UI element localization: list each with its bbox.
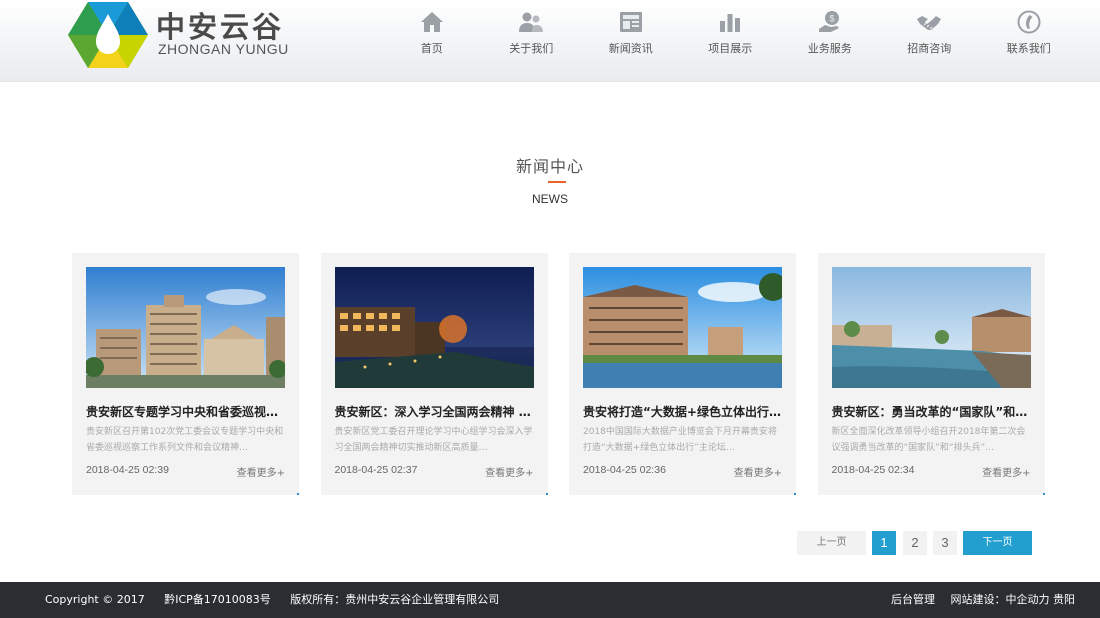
builder-link[interactable]: 网站建设：中企动力 贵阳 — [951, 593, 1076, 606]
logo-chinese-name: 中安云谷 — [156, 10, 285, 44]
news-card[interactable]: 贵安新区专题学习中央和省委巡视巡察工作系列文件 贵安新区召开第102次党工委会议… — [72, 253, 299, 495]
main-nav: 首页 关于我们 新闻资讯 项目展示 $ 业务服务 招商咨询 联系我们 — [382, 0, 1079, 82]
next-page-button[interactable]: 下一页 — [963, 531, 1032, 555]
building-photo-icon — [86, 267, 285, 388]
service-icon: $ — [818, 11, 839, 32]
news-thumbnail[interactable] — [86, 267, 285, 388]
nav-label: 新闻资讯 — [608, 42, 653, 55]
news-card[interactable]: 贵安新区：勇当改革的“国家队”和“排头兵” 新区全面深化改革领导小组召开2018… — [817, 253, 1045, 495]
page-1-button[interactable]: 1 — [872, 531, 896, 555]
nav-label: 招商咨询 — [907, 42, 952, 55]
footer-copyright: Copyright © 2017 — [45, 593, 145, 606]
nav-label: 项目展示 — [708, 42, 753, 55]
handshake-icon — [917, 16, 942, 30]
page-3-button[interactable]: 3 — [933, 531, 957, 555]
news-card-list: 贵安新区专题学习中央和省委巡视巡察工作系列文件 贵安新区召开第102次党工委会议… — [72, 253, 1046, 495]
nav-label: 首页 — [420, 42, 443, 55]
nav-item-services[interactable]: $ 业务服务 — [780, 0, 880, 82]
view-more-link[interactable]: 查看更多+ — [734, 464, 782, 479]
view-more-link[interactable]: 查看更多+ — [982, 464, 1030, 479]
news-card[interactable]: 贵安将打造“大数据+绿色立体出行”主论坛 2018中国国际大数据产业博览会下月开… — [569, 253, 796, 495]
nav-item-about[interactable]: 关于我们 — [482, 0, 582, 82]
page-2-button[interactable]: 2 — [903, 531, 927, 555]
news-card[interactable]: 贵安新区：深入学习全国两会精神 推动高质量发展 贵安新区党工委召开理论学习中心组… — [320, 253, 548, 495]
nav-label: 联系我们 — [1006, 42, 1051, 55]
nav-item-contact[interactable]: 联系我们 — [979, 0, 1079, 82]
lakeside-building-photo-icon — [583, 267, 782, 388]
riverside-town-photo-icon — [831, 267, 1031, 388]
news-date: 2018-04-25 02:39 — [86, 464, 169, 476]
footer-owner: 版权所有：贵州中安云谷企业管理有限公司 — [290, 593, 500, 606]
view-more-link[interactable]: 查看更多+ — [485, 464, 533, 479]
nav-item-home[interactable]: 首页 — [382, 0, 482, 82]
section-subtitle: NEWS — [532, 192, 568, 206]
night-street-photo-icon — [334, 267, 534, 388]
newspaper-icon — [619, 12, 642, 32]
footer-info: Copyright © 2017 黔ICP备17010083号 版权所有：贵州中… — [45, 582, 515, 618]
site-footer: Copyright © 2017 黔ICP备17010083号 版权所有：贵州中… — [0, 582, 1100, 618]
nav-item-projects[interactable]: 项目展示 — [681, 0, 781, 82]
footer-links: 后台管理 网站建设：中企动力 贵阳 — [879, 582, 1075, 618]
site-header: 中安云谷 ZHONGAN YUNGU 首页 关于我们 新闻资讯 项目展示 $ 业… — [0, 0, 1100, 82]
news-thumbnail[interactable] — [831, 267, 1031, 388]
site-logo[interactable]: 中安云谷 ZHONGAN YUNGU — [68, 0, 288, 70]
news-thumbnail[interactable] — [583, 267, 782, 388]
home-icon — [420, 12, 443, 32]
news-title[interactable]: 贵安新区：深入学习全国两会精神 推动高质量发展 — [335, 403, 534, 420]
footer-icp[interactable]: 黔ICP备17010083号 — [164, 593, 271, 606]
news-description: 新区全面深化改革领导小组召开2018年第二次会议强调勇当改革的“国家队”和“排头… — [831, 427, 1026, 453]
phone-icon — [1017, 10, 1041, 34]
nav-item-investment[interactable]: 招商咨询 — [880, 0, 980, 82]
section-title: 新闻中心 — [515, 157, 584, 176]
logo-hexagon-icon — [68, 2, 148, 68]
news-title[interactable]: 贵安将打造“大数据+绿色立体出行”主论坛 — [583, 403, 782, 420]
logo-english-name: ZHONGAN YUNGU — [158, 41, 289, 57]
news-title[interactable]: 贵安新区：勇当改革的“国家队”和“排头兵” — [832, 403, 1031, 420]
prev-page-button[interactable]: 上一页 — [797, 531, 866, 555]
news-date: 2018-04-25 02:36 — [583, 464, 666, 476]
section-title-underline — [548, 181, 566, 183]
people-icon — [519, 12, 544, 32]
nav-label: 业务服务 — [807, 42, 852, 55]
news-thumbnail[interactable] — [334, 267, 534, 388]
view-more-link[interactable]: 查看更多+ — [237, 464, 285, 479]
nav-item-news[interactable]: 新闻资讯 — [581, 0, 681, 82]
news-description: 贵安新区召开第102次党工委会议专题学习中央和省委巡视巡察工作系列文件和会议精神… — [86, 427, 284, 453]
news-date: 2018-04-25 02:37 — [334, 464, 418, 476]
news-description: 2018中国国际大数据产业博览会下月开幕贵安将打造“大数据+绿色立体出行”主论坛… — [583, 427, 777, 453]
news-title[interactable]: 贵安新区专题学习中央和省委巡视巡察工作系列文件 — [86, 403, 285, 420]
admin-link[interactable]: 后台管理 — [891, 593, 935, 606]
bar-chart-icon — [720, 14, 741, 32]
news-date: 2018-04-25 02:34 — [831, 464, 915, 476]
svg-text:$: $ — [829, 14, 834, 24]
news-description: 贵安新区党工委召开理论学习中心组学习会深入学习全国两会精神切实推动新区高质量… — [334, 427, 533, 453]
nav-label: 关于我们 — [509, 42, 554, 55]
